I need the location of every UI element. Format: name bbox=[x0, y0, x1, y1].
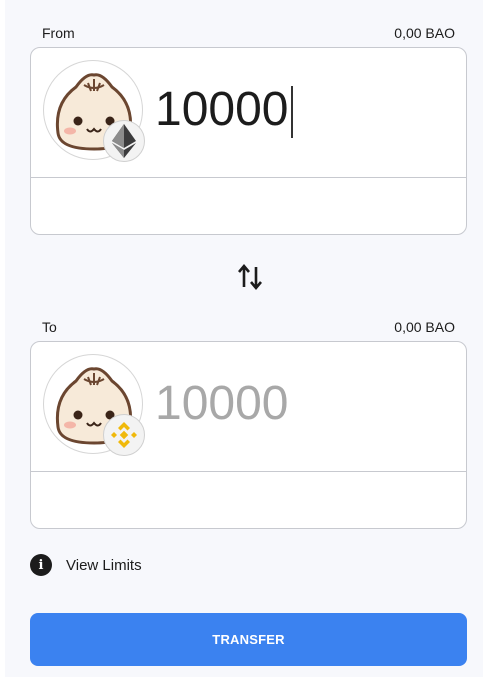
text-caret bbox=[291, 86, 293, 138]
from-input-area: 10000 bbox=[31, 48, 466, 178]
to-label: To bbox=[42, 319, 57, 335]
to-amount-display: 10000 bbox=[155, 377, 289, 430]
from-amount-input[interactable]: 10000 bbox=[155, 82, 445, 138]
from-balance: 0,00 BAO bbox=[394, 25, 455, 41]
to-details-area bbox=[31, 472, 466, 528]
to-card: 10000 bbox=[30, 341, 467, 529]
view-limits-label: View Limits bbox=[66, 556, 142, 574]
ethereum-icon bbox=[103, 120, 145, 162]
binance-icon bbox=[103, 414, 145, 456]
from-label: From bbox=[42, 25, 75, 41]
from-card: 10000 bbox=[30, 47, 467, 235]
to-input-area: 10000 bbox=[31, 342, 466, 472]
transfer-button[interactable]: TRANSFER bbox=[30, 613, 467, 666]
to-balance: 0,00 BAO bbox=[394, 319, 455, 335]
info-icon: i bbox=[30, 554, 52, 576]
swap-arrows-icon[interactable] bbox=[236, 262, 264, 292]
view-limits-link[interactable]: i View Limits bbox=[30, 554, 142, 576]
from-details-area bbox=[31, 178, 466, 234]
